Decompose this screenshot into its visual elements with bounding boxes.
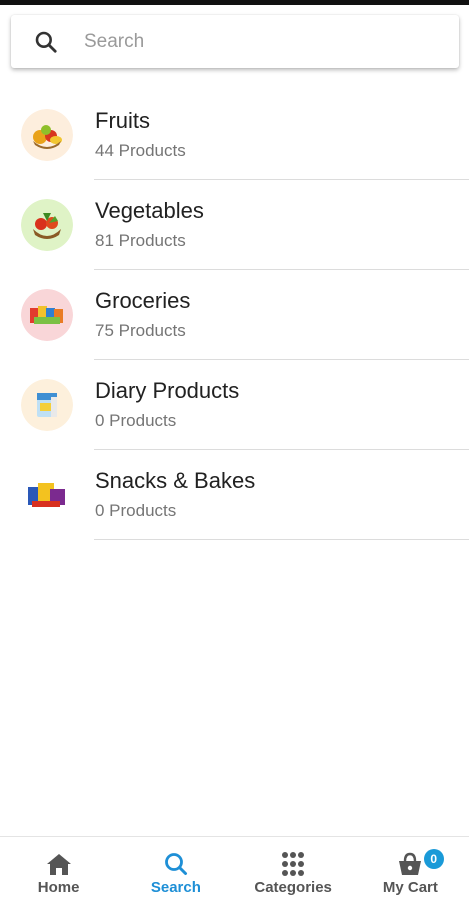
category-row-fruits[interactable]: Fruits 44 Products	[0, 90, 469, 180]
category-product-count: 0 Products	[95, 501, 177, 520]
nav-search[interactable]: Search	[117, 837, 234, 901]
nav-home[interactable]: Home	[0, 837, 117, 901]
nav-my-cart[interactable]: My Cart 0	[352, 837, 469, 901]
category-product-count: 44 Products	[95, 141, 186, 160]
nav-categories[interactable]: Categories	[235, 837, 352, 901]
category-row-diary-products[interactable]: Diary Products 0 Products	[0, 360, 469, 450]
dairy-thumbnail	[21, 379, 73, 431]
grid-icon	[282, 852, 305, 876]
home-icon	[46, 854, 71, 875]
nav-search-label: Search	[150, 879, 201, 896]
category-product-count: 0 Products	[95, 411, 177, 430]
search-bar[interactable]	[11, 15, 459, 68]
category-name: Groceries	[95, 288, 191, 313]
category-product-count: 75 Products	[95, 321, 186, 340]
nav-home-label: Home	[37, 879, 80, 896]
category-name: Vegetables	[95, 198, 204, 223]
category-product-count: 81 Products	[95, 231, 186, 250]
category-name: Snacks & Bakes	[95, 468, 256, 493]
nav-my-cart-label: My Cart	[382, 879, 438, 896]
nav-categories-label: Categories	[254, 879, 332, 896]
bottom-navigation: Home Search Categories My Cart 0	[0, 836, 469, 901]
category-name: Fruits	[95, 108, 150, 133]
groceries-thumbnail	[21, 289, 73, 341]
search-icon	[164, 853, 187, 875]
search-input[interactable]	[82, 20, 426, 63]
vegetables-thumbnail	[21, 199, 73, 251]
snacks-thumbnail	[21, 469, 73, 521]
category-row-snacks-bakes[interactable]: Snacks & Bakes 0 Products	[0, 450, 469, 540]
divider	[94, 539, 469, 540]
basket-icon	[399, 852, 422, 875]
fruits-thumbnail	[21, 109, 73, 161]
category-list: Fruits 44 Products Vegetables 81 Product…	[0, 90, 469, 540]
category-name: Diary Products	[95, 378, 240, 403]
category-row-groceries[interactable]: Groceries 75 Products	[0, 270, 469, 360]
search-icon	[35, 31, 57, 53]
status-bar	[0, 0, 469, 5]
category-row-vegetables[interactable]: Vegetables 81 Products	[0, 180, 469, 270]
cart-count-badge: 0	[423, 849, 444, 869]
